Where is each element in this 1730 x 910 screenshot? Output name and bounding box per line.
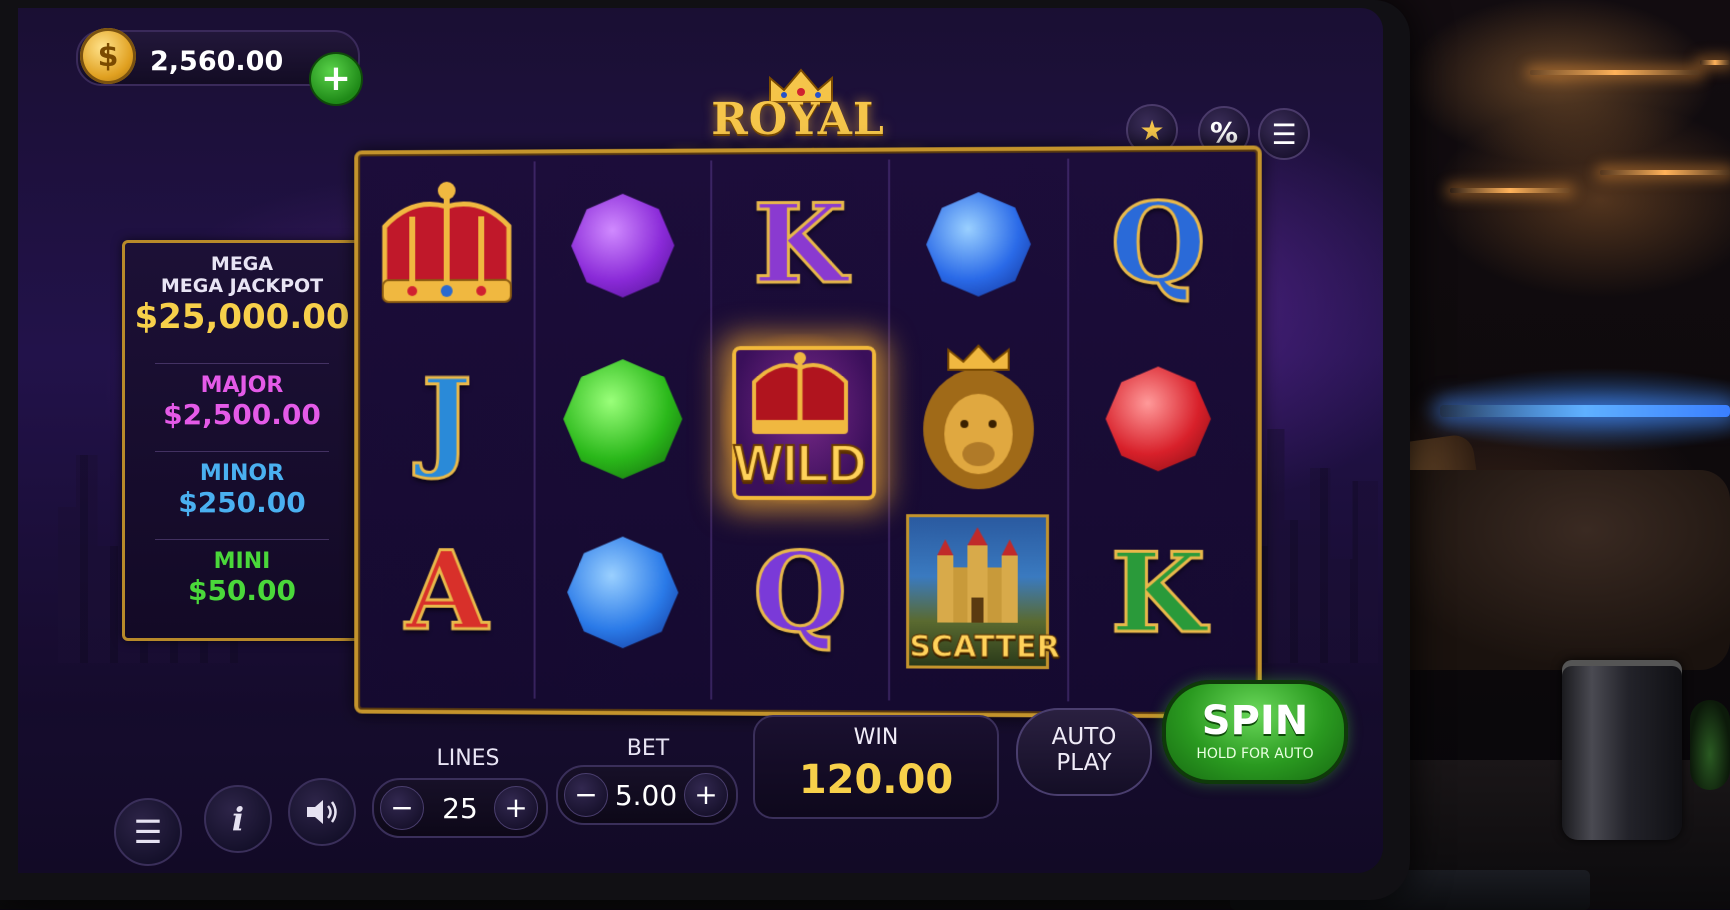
bet-decrease-button[interactable]: − <box>564 773 608 817</box>
jackpot-panel: MEGA MEGA JACKPOT $25,000.00 MAJOR $2,50… <box>122 240 362 641</box>
monitor-bezel: $ 2,560.00 + ROYAL FORTUNE ★ % ☰ MEGA ME… <box>0 0 1410 900</box>
game-screen: $ 2,560.00 + ROYAL FORTUNE ★ % ☰ MEGA ME… <box>18 8 1383 873</box>
bet-increase-button[interactable]: + <box>684 773 728 817</box>
spin-label: SPIN <box>1201 698 1309 744</box>
reel-5-row-2 <box>1077 333 1239 504</box>
jackpot-mini: MINI $50.00 <box>125 549 359 607</box>
castle-icon <box>937 527 1018 623</box>
bet-stepper: − 5.00 + <box>556 765 738 825</box>
sofa <box>1370 470 1730 670</box>
reel-1-row-3: A <box>368 507 526 676</box>
divider <box>155 363 329 364</box>
lines-stepper: − 25 + <box>372 778 548 838</box>
balance-value: 2,560.00 <box>150 46 284 77</box>
reel-4-row-3-scatter: SCATTER <box>898 508 1060 679</box>
info-button[interactable]: i <box>204 785 272 853</box>
reel-3-row-1: K <box>720 160 880 331</box>
jackpot-major-label: MAJOR <box>200 373 284 398</box>
menu-button-bottom[interactable]: ☰ <box>114 798 182 866</box>
lines-decrease-button[interactable]: − <box>380 786 424 830</box>
scatter-frame: SCATTER <box>906 514 1060 670</box>
reel-separator <box>533 161 536 699</box>
add-funds-button[interactable]: + <box>309 52 363 106</box>
reel-2-row-2 <box>543 334 702 504</box>
reel-3-row-2-wild: WILD <box>720 333 881 505</box>
symbol-letter: Q <box>1109 179 1207 309</box>
blue-gem-icon <box>926 192 1031 297</box>
lion-icon <box>923 344 1034 490</box>
auto-play-label: AUTO PLAY <box>1051 724 1117 776</box>
divider <box>155 539 329 540</box>
purple-gem-icon <box>571 194 674 298</box>
win-label: WIN <box>853 725 899 750</box>
jackpot-mega-amount: $25,000.00 <box>134 297 350 337</box>
shelf-light <box>1700 60 1730 65</box>
divider <box>155 451 329 452</box>
reel-separator <box>888 159 891 701</box>
symbol-letter: J <box>420 355 473 483</box>
jackpot-minor-amount: $250.00 <box>178 486 306 519</box>
crown-symbol-icon <box>373 181 521 316</box>
plant <box>1690 700 1730 790</box>
menu-button[interactable]: ☰ <box>1258 108 1310 160</box>
reel-1-row-1 <box>368 161 526 330</box>
reel-3-row-3: Q <box>720 508 880 678</box>
reel-5-row-1: Q <box>1077 158 1239 330</box>
lines-value: 25 <box>442 792 478 825</box>
bet-label: BET <box>626 736 670 761</box>
reel-2-row-1 <box>543 161 702 331</box>
crown-icon <box>752 352 848 435</box>
info-icon: i <box>231 800 245 838</box>
hamburger-icon: ☰ <box>1271 117 1297 151</box>
reel-1-row-2: J <box>368 335 526 504</box>
symbol-letter: K <box>752 180 849 309</box>
blue-led-strip <box>1440 405 1730 417</box>
spin-sub-label: HOLD FOR AUTO <box>1196 746 1314 762</box>
hamburger-icon: ☰ <box>133 813 163 851</box>
green-gem-icon <box>563 359 682 479</box>
symbol-letter: Q <box>752 528 849 657</box>
jackpot-mini-label: MINI <box>213 549 271 574</box>
jackpot-mini-amount: $50.00 <box>187 574 297 607</box>
shelf-light <box>1530 70 1700 75</box>
reel-4-row-2 <box>898 334 1059 505</box>
star-icon: ★ <box>1139 113 1165 147</box>
lines-label: LINES <box>436 746 500 771</box>
mug <box>1562 660 1682 840</box>
auto-play-button[interactable]: AUTO PLAY <box>1016 708 1152 796</box>
reel-separator <box>710 160 713 700</box>
jackpot-mega-label: MEGA MEGA JACKPOT <box>160 253 324 297</box>
reel-5-row-3: K <box>1077 508 1239 680</box>
jackpot-major: MAJOR $2,500.00 <box>125 373 359 431</box>
reel-separator <box>1067 158 1070 702</box>
symbol-letter: A <box>404 528 490 656</box>
reel-2-row-3 <box>543 508 702 678</box>
sound-button[interactable] <box>288 778 356 846</box>
scatter-label: SCATTER <box>909 629 1061 666</box>
jackpot-minor: MINOR $250.00 <box>125 461 359 519</box>
coin-icon: $ <box>80 28 136 84</box>
bet-value: 5.00 <box>614 779 678 812</box>
shelf-light <box>1600 170 1730 175</box>
jackpot-minor-label: MINOR <box>199 461 285 486</box>
blue-gem-icon <box>567 537 678 649</box>
spin-button[interactable]: SPIN HOLD FOR AUTO <box>1162 680 1348 784</box>
shelf-light <box>1450 188 1570 193</box>
jackpot-mega: MEGA MEGA JACKPOT $25,000.00 <box>125 253 359 337</box>
win-value: 120.00 <box>798 757 954 803</box>
wild-label: WILD <box>733 434 868 494</box>
red-gem-icon <box>1106 366 1211 471</box>
lines-increase-button[interactable]: + <box>494 786 538 830</box>
reel-4-row-1 <box>898 159 1059 330</box>
reel-grid: J A K WILD Q SCATTER Q K <box>354 145 1262 719</box>
percent-icon: % <box>1209 115 1239 149</box>
symbol-letter: K <box>1109 529 1207 659</box>
win-display: WIN 120.00 <box>753 715 999 819</box>
speaker-icon <box>307 800 337 824</box>
jackpot-major-amount: $2,500.00 <box>163 398 321 431</box>
